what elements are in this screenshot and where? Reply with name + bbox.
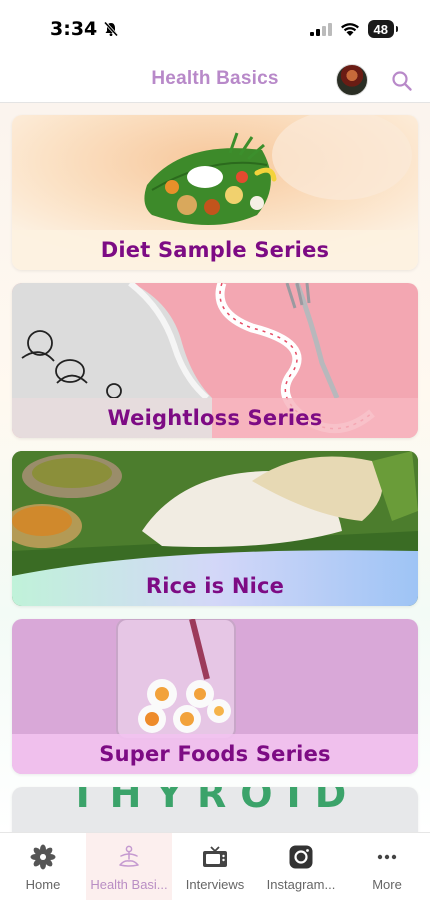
tab-home[interactable]: Home	[0, 833, 86, 900]
tv-icon	[203, 846, 227, 867]
thyroid-letters-illustration: THYROID	[12, 787, 418, 832]
silent-bell-icon	[104, 21, 119, 37]
avatar[interactable]	[336, 64, 368, 96]
tab-label: Instagram...	[266, 877, 336, 892]
tab-bar: Home Health Basi... Interviews Instagram…	[0, 832, 430, 900]
tab-label: Interviews	[185, 877, 245, 892]
card-weightloss-series[interactable]: Weightloss Series	[12, 283, 418, 438]
search-icon[interactable]	[391, 70, 413, 92]
card-title: Weightloss Series	[107, 406, 323, 430]
card-diet-sample-series[interactable]: Diet Sample Series	[12, 115, 418, 270]
status-bar: 3:34 48	[0, 0, 430, 58]
tab-interviews[interactable]: Interviews	[172, 833, 258, 900]
card-super-foods-series[interactable]: Super Foods Series	[12, 619, 418, 774]
more-dots-icon	[377, 854, 397, 860]
tab-more[interactable]: More	[344, 833, 430, 900]
tab-label: More	[372, 877, 402, 892]
yoga-icon	[119, 845, 139, 867]
card-title: Super Foods Series	[99, 742, 331, 766]
tab-health-basics[interactable]: Health Basi...	[86, 833, 172, 900]
tab-label: Home	[25, 877, 61, 892]
battery-indicator: 48	[367, 20, 399, 38]
cellular-signal-icon	[309, 23, 332, 36]
flower-icon	[30, 844, 56, 870]
card-thyroid[interactable]: THYROID	[12, 787, 418, 832]
instagram-icon	[289, 845, 313, 869]
card-rice-is-nice[interactable]: Rice is Nice	[12, 451, 418, 606]
tab-instagram[interactable]: Instagram...	[258, 833, 344, 900]
card-title: Diet Sample Series	[100, 238, 330, 262]
status-time: 3:34	[50, 18, 98, 40]
app-header: Health Basics	[0, 58, 430, 103]
wifi-icon	[340, 22, 359, 36]
tab-label: Health Basi...	[90, 877, 168, 892]
series-list: Diet Sample Series Weightloss Series Ric…	[0, 103, 430, 832]
thyroid-letters: THYROID	[70, 787, 361, 816]
card-title: Rice is Nice	[145, 574, 285, 598]
